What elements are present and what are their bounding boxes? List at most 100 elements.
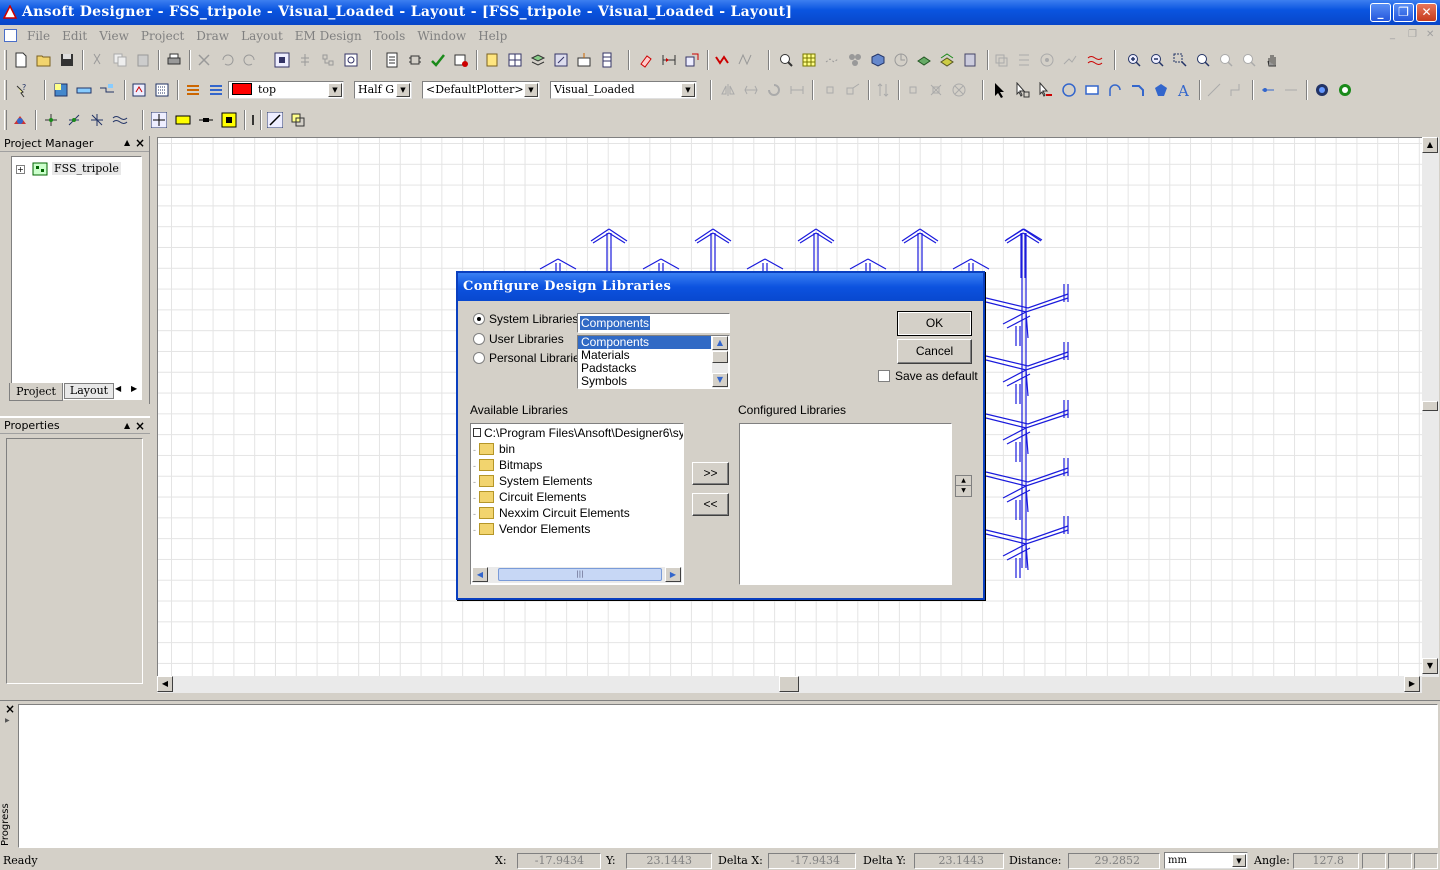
canvas-horizontal-scrollbar[interactable]: ◀ ▶ bbox=[157, 676, 1422, 693]
configured-libraries-list[interactable] bbox=[739, 423, 952, 585]
flip-icon[interactable] bbox=[743, 82, 759, 98]
zoom-area-icon[interactable] bbox=[1172, 52, 1188, 68]
tab-scroll-left-icon[interactable]: ◀ bbox=[115, 384, 121, 393]
pin-icon[interactable]: ▲ bbox=[124, 421, 130, 430]
scroll-thumb[interactable]: ||| bbox=[498, 568, 662, 581]
print-icon[interactable] bbox=[166, 52, 182, 68]
draw-trace-icon[interactable] bbox=[1130, 82, 1146, 98]
drawing-order-icon[interactable] bbox=[962, 52, 978, 68]
menu-project[interactable]: Project bbox=[134, 26, 189, 43]
rotate-view-icon[interactable] bbox=[893, 52, 909, 68]
remove-library-button[interactable]: << bbox=[692, 493, 729, 516]
open-folder-icon[interactable] bbox=[36, 52, 52, 68]
radio-system-libraries[interactable] bbox=[473, 313, 485, 325]
menu-draw[interactable]: Draw bbox=[189, 26, 234, 43]
draw-wire-icon[interactable] bbox=[1283, 82, 1299, 98]
select-vertex-icon[interactable] bbox=[1014, 82, 1030, 98]
grid-snap-icon[interactable] bbox=[801, 52, 817, 68]
move-up-icon[interactable]: ▲ bbox=[956, 476, 971, 486]
canvas-vertical-scrollbar[interactable]: ▲ ▼ bbox=[1422, 137, 1439, 677]
unite-icon[interactable] bbox=[905, 82, 921, 98]
reorder-spinner[interactable]: ▲ ▼ bbox=[955, 475, 972, 497]
snap-grid-icon[interactable] bbox=[43, 112, 59, 128]
select-mode-icon[interactable] bbox=[274, 52, 290, 68]
radio-user-libraries-label[interactable]: User Libraries bbox=[489, 332, 564, 346]
mdi-restore-button[interactable]: ❐ bbox=[1408, 29, 1417, 40]
layer-stack-icon[interactable] bbox=[530, 52, 546, 68]
stackup-view-icon[interactable] bbox=[939, 52, 955, 68]
radio-personal-libraries-label[interactable]: Personal Libraries bbox=[489, 351, 586, 365]
scroll-down-icon[interactable]: ▼ bbox=[1422, 658, 1438, 674]
tree-item-bin[interactable]: - bin bbox=[473, 441, 515, 457]
zoom-out-icon[interactable] bbox=[1149, 52, 1165, 68]
report-icon[interactable] bbox=[484, 52, 500, 68]
scroll-thumb[interactable] bbox=[1422, 401, 1438, 411]
fields-icon[interactable] bbox=[1087, 52, 1103, 68]
menu-view[interactable]: View bbox=[92, 26, 134, 43]
radio-personal-libraries[interactable] bbox=[473, 352, 485, 364]
design-select[interactable]: Visual_Loaded ▼ bbox=[550, 81, 697, 99]
available-libraries-tree[interactable]: C:\Program Files\Ansoft\Designer6\syslib… bbox=[470, 423, 684, 585]
analyze-icon[interactable] bbox=[453, 52, 469, 68]
plotter-select[interactable]: <DefaultPlotter> ▼ bbox=[422, 81, 540, 99]
close-icon[interactable]: × bbox=[135, 419, 145, 433]
scroll-up-icon[interactable]: ▲ bbox=[712, 336, 728, 350]
tab-scroll-right-icon[interactable]: ▶ bbox=[131, 384, 137, 393]
library-type-field[interactable]: Components bbox=[577, 313, 730, 333]
arrange-icon[interactable] bbox=[875, 82, 891, 98]
duplicate-icon[interactable] bbox=[822, 82, 838, 98]
tree-item-system-elements[interactable]: - System Elements bbox=[473, 473, 592, 489]
cross-section-icon[interactable] bbox=[661, 52, 677, 68]
edge-icon[interactable] bbox=[1062, 52, 1078, 68]
port-icon[interactable] bbox=[553, 52, 569, 68]
zoom-previous-icon[interactable] bbox=[1218, 52, 1234, 68]
send-back-icon[interactable] bbox=[1016, 52, 1032, 68]
radio-user-libraries[interactable] bbox=[473, 333, 485, 345]
move-down-icon[interactable]: ▼ bbox=[956, 486, 971, 496]
tree-item-circuit-elements[interactable]: - Circuit Elements bbox=[473, 489, 586, 505]
chevron-down-icon[interactable]: ▼ bbox=[681, 83, 695, 97]
help-context-icon[interactable]: ? bbox=[13, 82, 29, 98]
snap-center-icon[interactable] bbox=[112, 112, 128, 128]
close-icon[interactable]: × bbox=[5, 702, 15, 716]
library-type-list[interactable]: Components Materials Padstacks Symbols ▲… bbox=[577, 335, 730, 389]
project-root-label[interactable]: FSS_tripole bbox=[52, 162, 121, 175]
overlap-icon[interactable] bbox=[290, 112, 306, 128]
ruler-icon[interactable] bbox=[76, 82, 92, 98]
group-icon[interactable] bbox=[847, 52, 863, 68]
mdi-minimize-button[interactable]: _ bbox=[1390, 29, 1395, 40]
mesh-icon[interactable] bbox=[599, 52, 615, 68]
scroll-down-icon[interactable]: ▼ bbox=[712, 373, 728, 387]
redo-icon[interactable] bbox=[242, 52, 258, 68]
properties-grid[interactable] bbox=[6, 438, 143, 684]
zoom-in-icon[interactable] bbox=[1126, 52, 1142, 68]
layers-visible-icon[interactable] bbox=[131, 82, 147, 98]
scroll-left-icon[interactable]: ◀ bbox=[157, 676, 173, 692]
target-icon[interactable] bbox=[1039, 52, 1055, 68]
pan-hand-icon[interactable] bbox=[1264, 52, 1280, 68]
intersect-icon[interactable] bbox=[951, 82, 967, 98]
scroll-thumb[interactable] bbox=[779, 676, 799, 692]
copy-icon[interactable] bbox=[112, 52, 128, 68]
tab-layout[interactable]: Layout bbox=[64, 383, 114, 399]
layout-view-icon[interactable] bbox=[507, 52, 523, 68]
tree-item-nexxim-circuit-elements[interactable]: - Nexxim Circuit Elements bbox=[473, 505, 630, 521]
tab-project[interactable]: Project bbox=[9, 383, 63, 401]
chevron-down-icon[interactable]: ▼ bbox=[524, 83, 538, 97]
layer-down-icon[interactable] bbox=[208, 82, 224, 98]
menu-em-design[interactable]: EM Design bbox=[288, 26, 367, 43]
pin-icon[interactable]: ▶ bbox=[5, 717, 10, 724]
properties-dialog-icon[interactable] bbox=[343, 52, 359, 68]
scroll-left-icon[interactable]: ◀ bbox=[472, 567, 488, 582]
pin-icon[interactable]: ▲ bbox=[124, 138, 130, 147]
3d-model-icon[interactable] bbox=[870, 52, 886, 68]
draw-line-icon[interactable] bbox=[1206, 82, 1222, 98]
close-icon[interactable]: × bbox=[135, 136, 145, 150]
fit-all-icon[interactable] bbox=[1195, 52, 1211, 68]
draw-arc-icon[interactable] bbox=[1107, 82, 1123, 98]
component-icon[interactable] bbox=[407, 52, 423, 68]
ortho-mode-icon[interactable] bbox=[267, 112, 283, 128]
list-scrollbar[interactable]: ▲ ▼ bbox=[712, 336, 728, 388]
project-tree[interactable]: + FSS_tripole bbox=[11, 156, 142, 400]
zoom-fit-icon[interactable] bbox=[778, 52, 794, 68]
